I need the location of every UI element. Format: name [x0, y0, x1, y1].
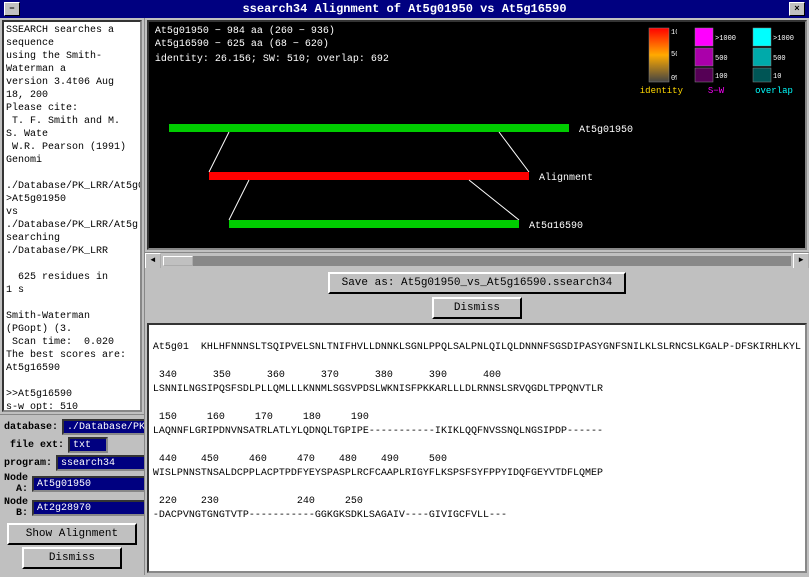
sequence-info: At5g01950 − 984 aa (260 − 936) At5g16590…	[155, 26, 389, 96]
show-alignment-button[interactable]: Show Alignment	[7, 523, 137, 545]
database-label: database:	[4, 422, 58, 433]
overlap-legend: >1000 500 10 overlap	[749, 26, 799, 96]
node-a-row: Node A:	[4, 473, 140, 495]
sw-legend-label: S−W	[708, 86, 724, 96]
scroll-right-button[interactable]: ►	[793, 253, 809, 269]
left-panel: SSEARCH searches a sequence using the Sm…	[0, 18, 145, 575]
sw-legend: >1000 500 100 S−W	[691, 26, 741, 96]
alignment-text: At5g01 KHLHFNNNSLTSQIPVELSNLTNIFHVLLDNNK…	[153, 342, 801, 521]
identity-legend-label: identity	[640, 86, 683, 96]
svg-text:>1000: >1000	[715, 35, 736, 43]
bar2-label: Alignment	[539, 172, 593, 184]
bar1-label: At5g01950	[579, 125, 633, 136]
diagram-info-row: At5g01950 − 984 aa (260 − 936) At5g16590…	[149, 22, 805, 98]
node-b-label: Node B:	[4, 497, 28, 519]
bottom-dismiss-button[interactable]: Dismiss	[22, 547, 122, 569]
close-button[interactable]: ×	[789, 2, 805, 16]
svg-text:50%: 50%	[671, 51, 677, 59]
database-row: database:	[4, 419, 140, 435]
svg-text:>1000: >1000	[773, 35, 794, 43]
overlap-legend-label: overlap	[755, 86, 793, 96]
svg-text:100%: 100%	[671, 29, 677, 37]
svg-text:0%: 0%	[671, 75, 677, 83]
alignment-svg: At5g01950 Alignment At5g16	[149, 98, 805, 228]
horizontal-scrollbar[interactable]: ◄ ►	[145, 252, 809, 268]
dismiss-button[interactable]: Dismiss	[432, 297, 522, 319]
svg-text:500: 500	[773, 55, 786, 63]
file-ext-label: file ext:	[4, 440, 64, 451]
legend-area: 100% 50% 0% identity	[640, 26, 799, 96]
seq1-label: At5g01950 − 984 aa (260 − 936)	[155, 26, 389, 37]
title-bar: − ssearch34 Alignment of At5g01950 vs At…	[0, 0, 809, 18]
file-ext-input[interactable]	[68, 437, 108, 453]
svg-text:10: 10	[773, 73, 781, 81]
node-a-label: Node A:	[4, 473, 28, 495]
identity-legend: 100% 50% 0% identity	[640, 26, 683, 96]
identity-label: identity: 26.156; SW: 510; overlap: 692	[155, 54, 389, 65]
sequence-alignment-display: At5g01 KHLHFNNNSLTSQIPVELSNLTNIFHVLLDNNK…	[147, 323, 807, 573]
program-row: program:	[4, 455, 140, 471]
alignment-diagram: At5g01950 − 984 aa (260 − 936) At5g16590…	[147, 20, 807, 250]
svg-text:500: 500	[715, 55, 728, 63]
scroll-left-button[interactable]: ◄	[145, 253, 161, 269]
node-a-input[interactable]	[32, 476, 145, 492]
bar3-label: At5g16590	[529, 221, 583, 228]
svg-text:100: 100	[715, 73, 728, 81]
scrollbar-thumb[interactable]	[163, 256, 193, 266]
window-title: ssearch34 Alignment of At5g01950 vs At5g…	[20, 2, 789, 16]
seq2-label: At5g16590 − 625 aa (68 − 620)	[155, 39, 389, 50]
minimize-button[interactable]: −	[4, 2, 20, 16]
node-b-input[interactable]	[32, 500, 145, 516]
node-b-row: Node B:	[4, 497, 140, 519]
database-input[interactable]	[62, 419, 145, 435]
file-ext-row: file ext:	[4, 437, 140, 453]
ssearch-output: SSEARCH searches a sequence using the Sm…	[2, 20, 142, 412]
window-frame: − ssearch34 Alignment of At5g01950 vs At…	[0, 0, 809, 575]
program-label: program:	[4, 458, 52, 469]
program-input[interactable]	[56, 455, 145, 471]
scrollbar-track[interactable]	[163, 256, 791, 266]
right-panel: At5g01950 − 984 aa (260 − 936) At5g16590…	[145, 18, 809, 575]
action-buttons: Save as: At5g01950_vs_At5g16590.ssearch3…	[145, 268, 809, 323]
save-button[interactable]: Save as: At5g01950_vs_At5g16590.ssearch3…	[328, 272, 627, 294]
controls-panel: database: file ext: program: Node A: Nod…	[0, 414, 144, 575]
